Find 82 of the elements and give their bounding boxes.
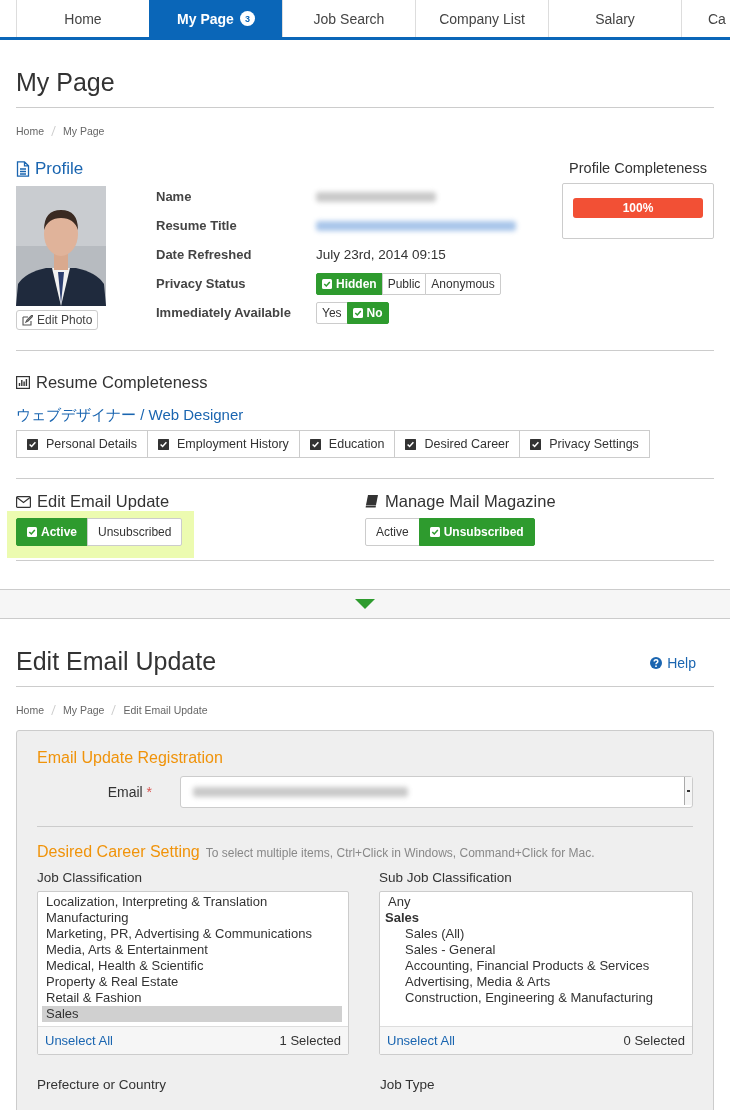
form-section-heading: Desired Career Setting — [37, 843, 200, 861]
field-label: Immediately Available — [156, 305, 292, 320]
unselect-all-link[interactable]: Unselect All — [45, 1033, 113, 1048]
book-icon — [365, 495, 379, 508]
section-heading: Edit Email Update — [37, 492, 170, 511]
checkbox-icon — [429, 527, 440, 537]
toggle-option[interactable]: Anonymous — [425, 272, 501, 295]
field-label: Job Type — [380, 1077, 436, 1092]
toggle-option[interactable]: Hidden — [316, 272, 383, 295]
list-option[interactable]: Sales — [384, 910, 686, 926]
breadcrumb-link[interactable]: My Page — [63, 704, 105, 716]
list-option[interactable]: Sales - General — [384, 942, 692, 958]
bar-chart-icon — [16, 376, 30, 389]
checkbox-icon — [27, 527, 37, 537]
breadcrumb-link[interactable]: Edit Email Update — [123, 704, 208, 716]
breadcrumb-link[interactable]: Home — [16, 704, 44, 716]
nav-tab[interactable]: My Page 3 — [149, 0, 282, 37]
form-section-heading: Email Update Registration — [37, 749, 224, 767]
breadcrumb-link[interactable]: Home — [16, 125, 44, 137]
selected-count: 0 Selected — [623, 1033, 685, 1048]
selected-count: 1 Selected — [279, 1033, 341, 1048]
help-icon — [650, 657, 663, 669]
list-option[interactable]: Advertising, Media & Arts — [384, 974, 692, 990]
field-label: Email * — [106, 784, 153, 800]
section-heading: Profile — [35, 159, 84, 179]
field-label: Name — [156, 189, 193, 204]
field-label: Date Refreshed — [156, 247, 253, 262]
completeness-item: Personal Details — [16, 430, 148, 458]
toggle-option[interactable]: Unsubscribed — [418, 518, 535, 546]
field-label: Resume Title — [156, 218, 238, 233]
completeness-item: Employment History — [147, 430, 300, 458]
list-option[interactable]: Marketing, PR, Advertising & Communications — [42, 926, 342, 942]
field-label: Prefecture or Country — [37, 1077, 168, 1092]
completeness-item: Desired Career — [394, 430, 521, 458]
list-option[interactable]: Sales (All) — [384, 926, 692, 942]
envelope-icon — [16, 495, 31, 508]
toggle-option[interactable]: Yes — [316, 301, 348, 324]
progress-bar: 100% — [573, 198, 703, 218]
checkbox-icon — [352, 307, 363, 318]
list-option[interactable]: Media, Arts & Entertainment — [42, 942, 342, 958]
toggle-option[interactable]: No — [346, 301, 389, 324]
panel-title: Profile Completeness — [568, 160, 708, 176]
list-option[interactable]: Any — [384, 894, 686, 910]
page-title: My Page — [16, 40, 714, 108]
completeness-item: Education — [298, 430, 396, 458]
list-option[interactable]: Property & Real Estate — [42, 974, 342, 990]
list-option[interactable]: Accounting, Financial Products & Services — [384, 958, 692, 974]
field-label: Privacy Status — [156, 276, 247, 291]
field-label: Sub Job Classification — [379, 870, 513, 885]
list-option[interactable]: Localization, Interpreting & Translation — [42, 894, 342, 910]
help-link[interactable]: Help — [650, 655, 696, 671]
email-field[interactable] — [180, 776, 693, 808]
section-heading: Manage Mail Magazine — [385, 492, 556, 511]
list-option[interactable]: Sales — [42, 1006, 342, 1022]
toggle-option[interactable]: Active — [365, 518, 420, 546]
list-option[interactable]: Construction, Engineering & Manufacturing — [384, 990, 692, 1006]
nav-tab[interactable]: Ca — [681, 0, 730, 37]
nav-tab[interactable]: Job Search — [282, 0, 415, 37]
multi-select-list[interactable] — [37, 891, 349, 1055]
breadcrumb-link[interactable]: My Page — [63, 125, 105, 137]
field-value: July 23rd, 2014 09:15 — [316, 247, 446, 262]
checkbox-icon — [322, 278, 332, 289]
unselect-all-link[interactable]: Unselect All — [387, 1033, 455, 1048]
completeness-item: Privacy Settings — [519, 430, 650, 458]
nav-tab[interactable]: Company List — [415, 0, 548, 37]
nav-tab[interactable]: Salary — [548, 0, 681, 37]
list-option[interactable]: Retail & Fashion — [42, 990, 342, 1006]
toggle-option[interactable]: Public — [381, 272, 427, 295]
resume-title-link[interactable]: ウェブデザイナー / Web Designer — [16, 406, 244, 425]
down-arrow-icon — [355, 599, 375, 609]
edit-photo-button[interactable]: Edit Photo — [16, 310, 99, 330]
list-option[interactable]: Medical, Health & Scientific — [42, 958, 342, 974]
count-badge: 3 — [239, 11, 255, 26]
toggle-option[interactable]: Active — [16, 518, 89, 546]
toggle-option[interactable]: Unsubscribed — [87, 518, 183, 546]
edit-icon — [22, 314, 33, 326]
section-heading: Resume Completeness — [36, 373, 208, 392]
document-icon — [16, 161, 30, 177]
list-option[interactable]: Manufacturing — [42, 910, 342, 926]
field-label: Job Classification — [37, 870, 144, 885]
multi-select-list[interactable]: Any Sales Sales (All) Sales - General Accounting, Financial Products & Services Advertising, Media & Arts Construction, Engineering & Manufacturing Unselect All 0 Selected — [379, 891, 693, 1055]
hint-text: To select multiple items, Ctrl+Click in Windows, Command+Click for Mac. — [205, 846, 595, 860]
